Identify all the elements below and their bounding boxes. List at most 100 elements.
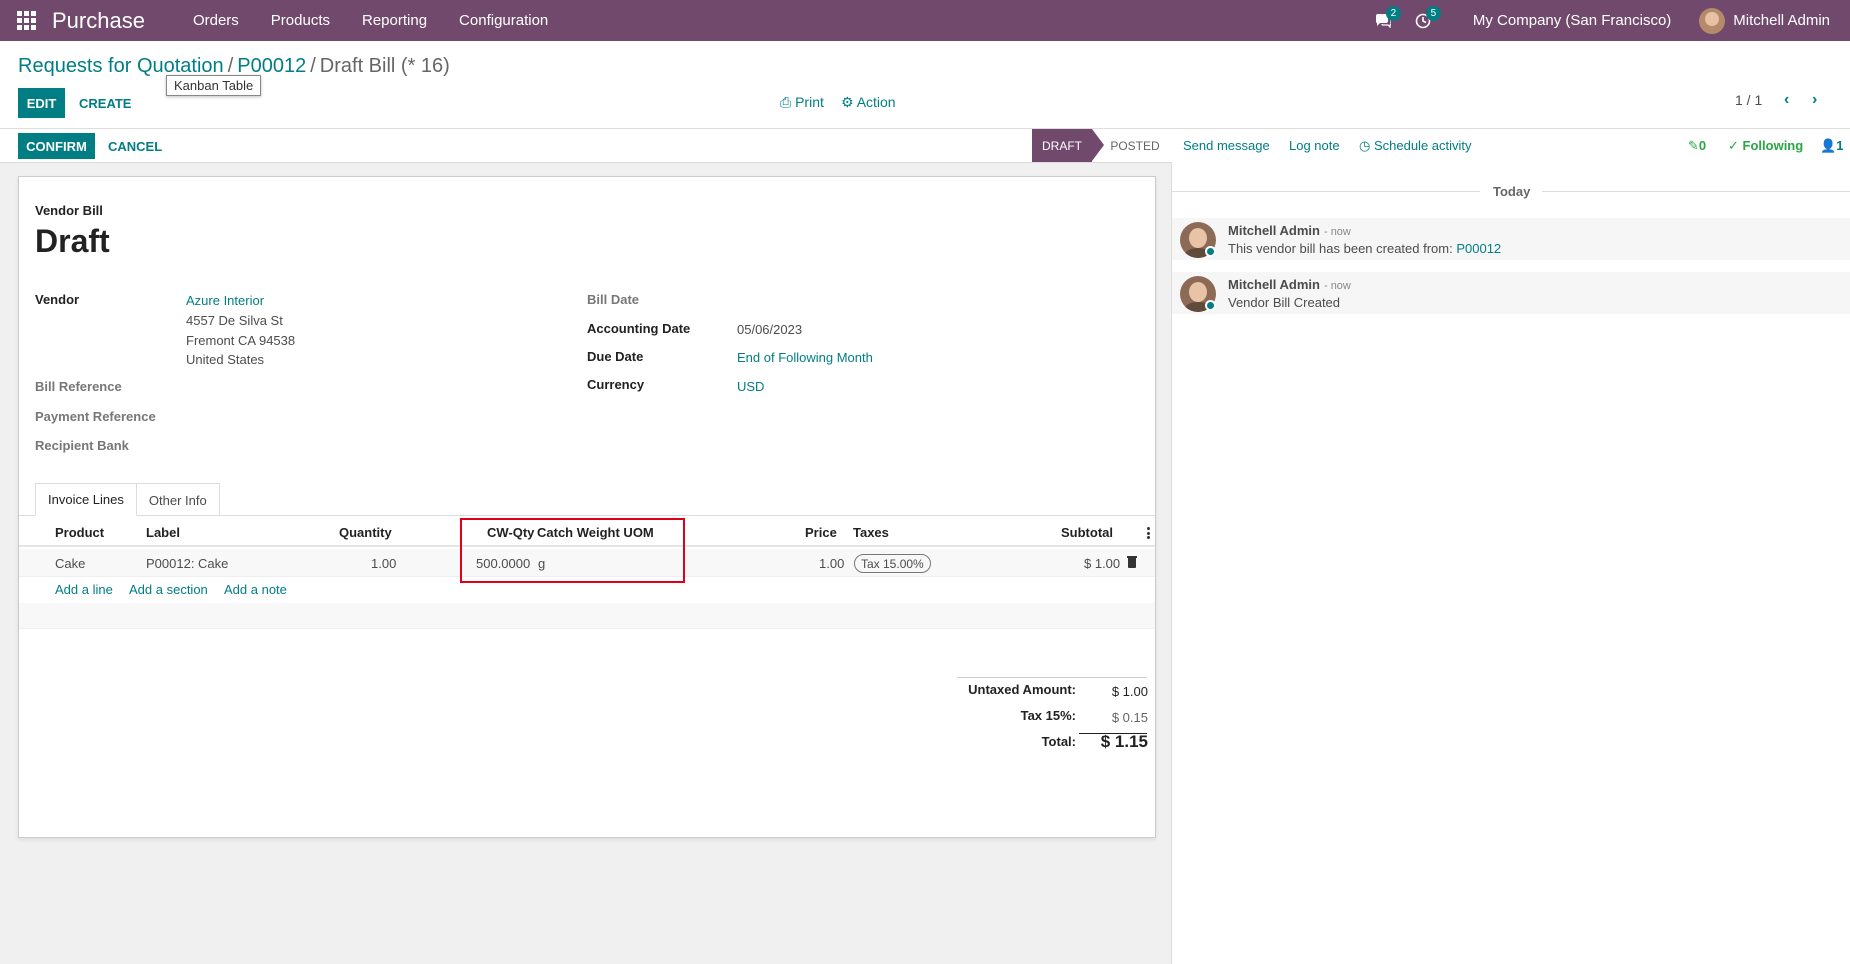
followers-count: 1: [1836, 138, 1844, 153]
following-button[interactable]: ✓ Following: [1728, 138, 1803, 154]
column-product[interactable]: Product: [55, 525, 104, 540]
payment-reference-label: Payment Reference: [35, 409, 156, 424]
menu-reporting[interactable]: Reporting: [346, 12, 443, 29]
chatter-topbar: Send message Log note ◷ Schedule activit…: [1172, 129, 1850, 163]
breadcrumb-separator: /: [227, 55, 234, 77]
cancel-button[interactable]: CANCEL: [108, 133, 162, 159]
navbar-systray: 2 5 My Company (San Francisco) Mitchell …: [1363, 0, 1850, 41]
recipient-bank-label: Recipient Bank: [35, 438, 129, 453]
vendor-label: Vendor: [35, 292, 80, 307]
user-name: Mitchell Admin: [1733, 12, 1830, 29]
currency-label: Currency: [587, 377, 645, 392]
activities-clock-icon[interactable]: 5: [1403, 0, 1443, 41]
column-subtotal[interactable]: Subtotal: [1061, 525, 1113, 540]
followers-button[interactable]: 👤1: [1820, 138, 1843, 154]
attachments-count: 0: [1698, 138, 1707, 153]
top-navbar: Purchase Orders Products Reporting Confi…: [0, 0, 1850, 41]
message-author: Mitchell Admin - now: [1228, 277, 1351, 292]
column-taxes[interactable]: Taxes: [853, 525, 889, 540]
empty-row: [19, 603, 1155, 629]
trash-icon[interactable]: [1127, 556, 1137, 568]
optional-columns-icon[interactable]: [1147, 527, 1150, 539]
tab-invoice-lines[interactable]: Invoice Lines: [35, 483, 137, 516]
apps-menu-icon[interactable]: [0, 0, 52, 41]
tab-divider: [19, 515, 1155, 516]
tax-tag: Tax 15.00%: [854, 554, 931, 573]
column-quantity[interactable]: Quantity: [339, 525, 392, 540]
create-button[interactable]: CREATE: [79, 88, 131, 118]
cell-product: Cake: [55, 556, 86, 571]
cell-subtotal: $ 1.00: [1084, 556, 1121, 571]
status-bar: CONFIRM CANCEL DRAFT POSTED: [0, 129, 1172, 163]
vendor-address-line: 4557 De Silva St: [186, 313, 283, 328]
due-date-value[interactable]: End of Following Month: [737, 350, 873, 365]
date-divider: [1542, 191, 1850, 192]
cell-quantity: 1.00: [371, 556, 397, 571]
user-avatar: [1699, 7, 1726, 34]
add-section-link[interactable]: Add a section: [129, 582, 208, 597]
tab-other-info[interactable]: Other Info: [135, 483, 220, 516]
print-button[interactable]: ⎙ Print: [780, 94, 824, 111]
chatter-message: Mitchell Admin - now Vendor Bill Created: [1172, 272, 1850, 314]
menu-configuration[interactable]: Configuration: [443, 12, 564, 29]
vendor-link[interactable]: Azure Interior: [186, 293, 264, 308]
company-switcher[interactable]: My Company (San Francisco): [1443, 12, 1699, 29]
chevron-left-icon[interactable]: ‹: [1784, 91, 1789, 109]
breadcrumb-separator: /: [310, 55, 316, 77]
column-label[interactable]: Label: [146, 525, 180, 540]
user-icon: 👤: [1820, 138, 1837, 153]
menu-orders[interactable]: Orders: [177, 12, 255, 29]
form-sheet: Vendor Bill Draft Vendor Azure Interior …: [18, 176, 1156, 838]
document-type: Vendor Bill: [35, 203, 103, 218]
app-name[interactable]: Purchase: [52, 8, 145, 34]
breadcrumb-po[interactable]: P00012: [237, 55, 306, 77]
messages-icon[interactable]: 2: [1363, 0, 1403, 41]
message-link[interactable]: P00012: [1456, 241, 1501, 256]
message-time: - now: [1323, 280, 1351, 292]
online-status-icon: [1205, 246, 1216, 257]
stage-posted[interactable]: POSTED: [1105, 129, 1165, 162]
accounting-date-label: Accounting Date: [587, 321, 691, 336]
edit-button[interactable]: EDIT: [18, 88, 65, 118]
action-button[interactable]: ⚙ Action: [841, 94, 896, 111]
print-icon: ⎙: [780, 94, 792, 110]
clock-icon: ◷: [1359, 138, 1371, 153]
menu-products[interactable]: Products: [255, 12, 346, 29]
control-panel: Requests for Quotation / P00012/Draft Bill…: [0, 41, 1850, 129]
breadcrumb-rfq[interactable]: Requests for Quotation: [18, 55, 224, 77]
totals-divider: [957, 677, 1147, 678]
untaxed-amount-label: Untaxed Amount:: [968, 682, 1076, 697]
messages-badge: 2: [1385, 6, 1401, 21]
cell-label: P00012: Cake: [146, 556, 229, 571]
attachments-button[interactable]: ✎0: [1688, 138, 1706, 154]
chevron-right-icon[interactable]: ›: [1812, 91, 1817, 109]
pager-value[interactable]: 1 / 1: [1735, 92, 1762, 108]
breadcrumb-current: Draft Bill (* 16): [319, 55, 450, 77]
cell-price: 1.00: [819, 556, 845, 571]
currency-value[interactable]: USD: [737, 379, 764, 394]
tax-label: Tax 15%:: [1020, 708, 1076, 723]
message-author: Mitchell Admin - now: [1228, 223, 1351, 238]
user-menu[interactable]: Mitchell Admin: [1699, 7, 1850, 34]
message-body: Vendor Bill Created: [1228, 295, 1341, 310]
highlight-annotation: [460, 518, 685, 583]
add-note-link[interactable]: Add a note: [224, 582, 287, 597]
confirm-button[interactable]: CONFIRM: [18, 133, 95, 159]
date-separator: Today: [1493, 184, 1531, 199]
schedule-activity-button[interactable]: ◷ Schedule activity: [1359, 138, 1472, 154]
chatter-panel: Send message Log note ◷ Schedule activit…: [1172, 129, 1850, 964]
online-status-icon: [1205, 300, 1216, 311]
schedule-activity-label: Schedule activity: [1373, 138, 1472, 153]
log-note-button[interactable]: Log note: [1289, 138, 1340, 153]
add-line-link[interactable]: Add a line: [55, 582, 113, 597]
stage-draft[interactable]: DRAFT: [1032, 129, 1104, 162]
total-label: Total:: [1041, 734, 1076, 749]
column-price[interactable]: Price: [805, 525, 837, 540]
untaxed-amount-value: $ 1.00: [1111, 684, 1148, 699]
notebook-tabs: Invoice Lines Other Info: [35, 483, 220, 516]
tax-value: $ 0.15: [1111, 710, 1148, 725]
send-message-button[interactable]: Send message: [1183, 138, 1270, 153]
gear-icon: ⚙: [841, 94, 854, 110]
check-icon: ✓: [1728, 138, 1739, 153]
bill-reference-label: Bill Reference: [35, 379, 122, 394]
